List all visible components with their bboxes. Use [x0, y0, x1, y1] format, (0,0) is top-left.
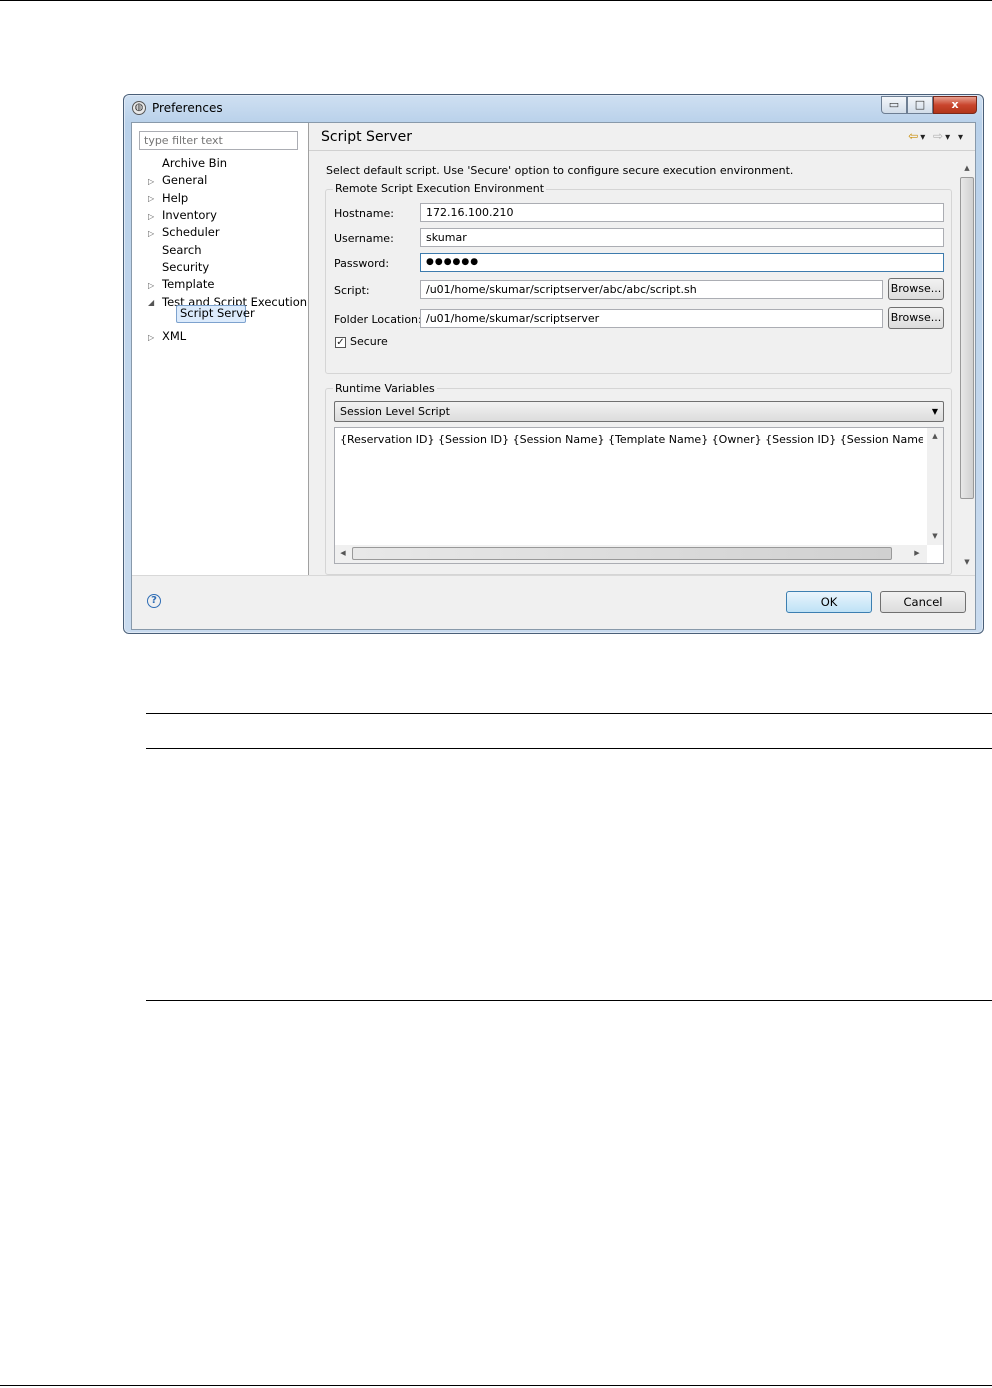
tree-item-inventory[interactable]: Inventory — [162, 208, 217, 223]
forward-menu-icon[interactable]: ▾ — [945, 132, 952, 143]
tree-item-template[interactable]: Template — [162, 277, 214, 292]
page-scroll-thumb[interactable] — [960, 177, 974, 499]
username-label: Username: — [334, 232, 394, 245]
ok-button[interactable]: OK — [786, 591, 872, 613]
tree-expander-icon[interactable]: ▷ — [148, 330, 154, 345]
page-title: Script Server — [321, 129, 412, 145]
section-rule-3 — [146, 1000, 992, 1001]
tree-expander-icon[interactable]: ▷ — [148, 278, 154, 293]
folder-location-field[interactable]: /u01/home/skumar/scriptserver — [420, 309, 883, 328]
tree-item-script-server[interactable]: Script Server — [180, 306, 255, 321]
page-description: Select default script. Use 'Secure' opti… — [326, 164, 794, 177]
preferences-window: ◍ Preferences ▭ □ x ▷ ▷ ▷ ▷ ▷ ◢ ▷ Archiv… — [123, 94, 984, 634]
runtime-variables-content: {Reservation ID} {Session ID} {Session N… — [340, 433, 923, 446]
tree-item-security[interactable]: Security — [162, 260, 209, 275]
preference-tree-pane: ▷ ▷ ▷ ▷ ▷ ◢ ▷ Archive Bin General Help I… — [132, 123, 309, 575]
window-title: Preferences — [152, 101, 223, 115]
section-rule-1 — [146, 713, 992, 714]
scroll-right-icon[interactable]: ▶ — [909, 549, 925, 557]
hostname-label: Hostname: — [334, 207, 394, 220]
scroll-down-icon[interactable]: ▼ — [927, 532, 943, 540]
tree-expander-icon[interactable]: ▷ — [148, 191, 154, 206]
folder-browse-button[interactable]: Browse... — [888, 307, 944, 329]
tree-item-scheduler[interactable]: Scheduler — [162, 225, 220, 240]
dropdown-arrow-icon: ▼ — [931, 407, 938, 416]
dialog-client: ▷ ▷ ▷ ▷ ▷ ◢ ▷ Archive Bin General Help I… — [131, 122, 976, 630]
minimize-button[interactable]: ▭ — [881, 96, 907, 114]
folder-location-label: Folder Location: — [334, 313, 422, 326]
page-vertical-scrollbar[interactable]: ▲ ▼ — [959, 160, 975, 573]
preference-page: Script Server ⇦▾ ⇨▾ ▾ Select default scr… — [309, 123, 975, 575]
page-header: Script Server ⇦▾ ⇨▾ ▾ — [309, 123, 975, 151]
top-rule — [0, 0, 992, 1]
secure-label[interactable]: Secure — [350, 335, 388, 348]
cancel-button[interactable]: Cancel — [880, 591, 966, 613]
page-content: Select default script. Use 'Secure' opti… — [309, 151, 959, 575]
tree-item-general[interactable]: General — [162, 173, 207, 188]
runtime-variables-group-label: Runtime Variables — [333, 382, 437, 395]
secure-checkbox[interactable]: ✓ — [335, 337, 346, 348]
tree-collapse-icon[interactable]: ◢ — [148, 295, 154, 310]
section-rule-2 — [146, 748, 992, 749]
filter-input[interactable] — [139, 131, 298, 150]
text-horizontal-scrollbar[interactable]: ◀ ▶ — [335, 545, 927, 563]
tree-item-search[interactable]: Search — [162, 243, 202, 258]
scroll-left-icon[interactable]: ◀ — [335, 549, 351, 557]
caption-buttons: ▭ □ x — [881, 96, 977, 115]
title-bar[interactable]: ◍ Preferences ▭ □ x — [124, 95, 983, 121]
scroll-up-icon[interactable]: ▲ — [927, 432, 943, 440]
script-field[interactable]: /u01/home/skumar/scriptserver/abc/abc/sc… — [420, 280, 883, 299]
script-browse-button[interactable]: Browse... — [888, 278, 944, 300]
back-menu-icon[interactable]: ▾ — [920, 132, 927, 143]
runtime-variables-text[interactable]: {Reservation ID} {Session ID} {Session N… — [334, 427, 944, 564]
password-label: Password: — [334, 257, 390, 270]
hostname-field[interactable]: 172.16.100.210 — [420, 203, 944, 222]
tree-item-help[interactable]: Help — [162, 191, 188, 206]
password-field[interactable]: ●●●●●● — [420, 253, 944, 272]
page-scroll-down-icon[interactable]: ▼ — [959, 558, 975, 566]
maximize-button[interactable]: □ — [907, 96, 933, 114]
remote-execution-group-label: Remote Script Execution Environment — [333, 182, 547, 195]
help-icon[interactable]: ? — [147, 594, 161, 608]
close-button[interactable]: x — [933, 96, 977, 114]
tree-item-xml[interactable]: XML — [162, 329, 186, 344]
horizontal-scroll-thumb[interactable] — [352, 547, 892, 560]
forward-arrow-icon[interactable]: ⇨ — [933, 129, 945, 143]
view-menu-icon[interactable]: ▾ — [958, 132, 965, 143]
username-field[interactable]: skumar — [420, 228, 944, 247]
page-scroll-up-icon[interactable]: ▲ — [959, 164, 975, 172]
dialog-button-bar: ? OK Cancel — [132, 575, 975, 629]
tree-expander-icon[interactable]: ▷ — [148, 226, 154, 241]
app-globe-icon: ◍ — [132, 101, 146, 115]
bottom-rule — [0, 1385, 992, 1386]
tree-item-archive-bin[interactable]: Archive Bin — [162, 156, 227, 171]
history-nav: ⇦▾ ⇨▾ ▾ — [908, 129, 965, 143]
runtime-scope-value: Session Level Script — [340, 405, 450, 418]
tree-expander-icon[interactable]: ▷ — [148, 174, 154, 189]
runtime-scope-select[interactable]: Session Level Script ▼ — [334, 401, 944, 422]
script-label: Script: — [334, 284, 370, 297]
text-vertical-scrollbar[interactable]: ▲ ▼ — [927, 428, 943, 545]
tree-expander-icon[interactable]: ▷ — [148, 209, 154, 224]
back-arrow-icon[interactable]: ⇦ — [908, 129, 920, 143]
